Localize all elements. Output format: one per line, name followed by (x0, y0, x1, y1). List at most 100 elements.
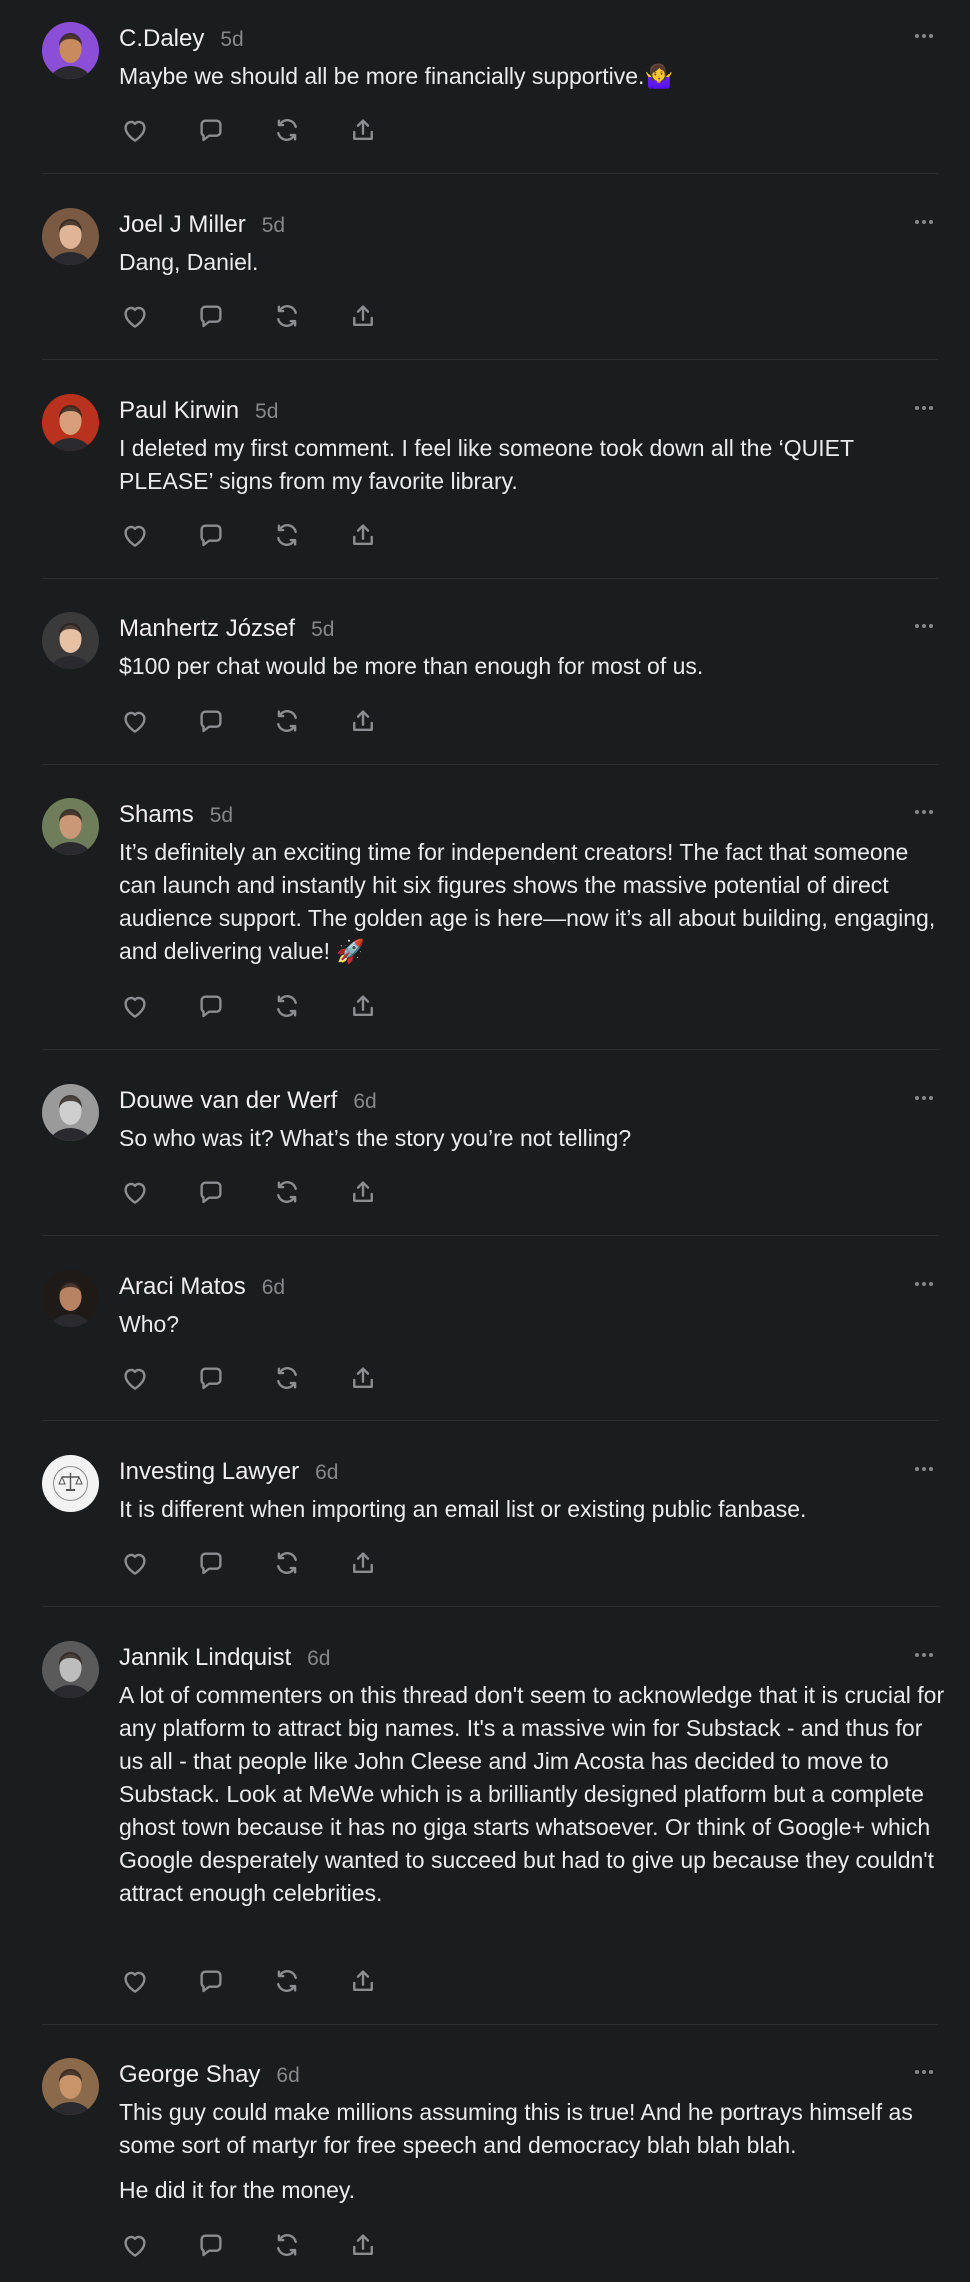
avatar-man-bw-icon[interactable] (42, 1641, 99, 1698)
comment-header: Shams 5d (119, 801, 233, 829)
restack-icon[interactable] (271, 1547, 303, 1579)
avatar-man-bw-icon[interactable] (42, 1084, 99, 1141)
more-options-icon[interactable] (910, 612, 938, 640)
comment-timestamp[interactable]: 6d (262, 1276, 285, 1300)
more-options-icon[interactable] (910, 798, 938, 826)
like-icon[interactable] (119, 114, 151, 146)
like-icon[interactable] (119, 1965, 151, 1997)
reply-icon[interactable] (195, 1362, 227, 1394)
commenter-name[interactable]: Manhertz József (119, 615, 295, 643)
commenter-name[interactable]: Paul Kirwin (119, 397, 239, 425)
commenter-name[interactable]: Investing Lawyer (119, 1458, 299, 1486)
avatar-man-icon[interactable] (42, 612, 99, 669)
comment-header: Araci Matos 6d (119, 1273, 285, 1301)
comment-actions (119, 705, 423, 737)
commenter-name[interactable]: Jannik Lindquist (119, 1644, 291, 1672)
comment-timestamp[interactable]: 6d (307, 1647, 330, 1671)
comment-paragraph: Dang, Daniel. (119, 249, 259, 275)
comment-paragraph: A lot of commenters on this thread don't… (119, 1682, 945, 1906)
more-options-icon[interactable] (910, 394, 938, 422)
comment-paragraph: It is different when importing an email … (119, 1496, 807, 1522)
more-options-icon[interactable] (910, 208, 938, 236)
like-icon[interactable] (119, 1362, 151, 1394)
reply-icon[interactable] (195, 1176, 227, 1208)
restack-icon[interactable] (271, 1176, 303, 1208)
share-icon[interactable] (347, 1547, 379, 1579)
restack-icon[interactable] (271, 1362, 303, 1394)
commenter-name[interactable]: Joel J Miller (119, 211, 246, 239)
restack-icon[interactable] (271, 519, 303, 551)
like-icon[interactable] (119, 2229, 151, 2261)
share-icon[interactable] (347, 1362, 379, 1394)
like-icon[interactable] (119, 300, 151, 332)
comment-body: A lot of commenters on this thread don't… (119, 1679, 949, 1922)
comment-divider (42, 173, 938, 174)
more-options-icon[interactable] (910, 1084, 938, 1112)
restack-icon[interactable] (271, 990, 303, 1022)
like-icon[interactable] (119, 1176, 151, 1208)
share-icon[interactable] (347, 114, 379, 146)
share-icon[interactable] (347, 519, 379, 551)
comment-paragraph: So who was it? What’s the story you’re n… (119, 1125, 632, 1151)
comment-paragraph: He did it for the money. (119, 2177, 356, 2203)
comment-timestamp[interactable]: 5d (262, 214, 285, 238)
avatar-woman-icon[interactable] (42, 22, 99, 79)
share-icon[interactable] (347, 2229, 379, 2261)
comment-divider (42, 1235, 938, 1236)
more-options-icon[interactable] (910, 1455, 938, 1483)
comment-timestamp[interactable]: 5d (210, 804, 233, 828)
more-options-icon[interactable] (910, 22, 938, 50)
more-options-icon[interactable] (910, 1641, 938, 1669)
comment-timestamp[interactable]: 6d (315, 1461, 338, 1485)
avatar-woman-dark-icon[interactable] (42, 1270, 99, 1327)
reply-icon[interactable] (195, 1547, 227, 1579)
reply-icon[interactable] (195, 519, 227, 551)
more-options-icon[interactable] (910, 1270, 938, 1298)
comment-body: $100 per chat would be more than enough … (119, 650, 949, 695)
comment-timestamp[interactable]: 6d (353, 1090, 376, 1114)
comment-timestamp[interactable]: 6d (276, 2064, 299, 2088)
restack-icon[interactable] (271, 1965, 303, 1997)
share-icon[interactable] (347, 1176, 379, 1208)
comment-header: Manhertz József 5d (119, 615, 334, 643)
more-options-icon[interactable] (910, 2058, 938, 2086)
commenter-name[interactable]: Araci Matos (119, 1273, 246, 1301)
comment-body: I deleted my first comment. I feel like … (119, 432, 949, 510)
restack-icon[interactable] (271, 705, 303, 737)
commenter-name[interactable]: Shams (119, 801, 194, 829)
like-icon[interactable] (119, 1547, 151, 1579)
reply-icon[interactable] (195, 2229, 227, 2261)
reply-icon[interactable] (195, 114, 227, 146)
avatar-man-outdoor-icon[interactable] (42, 798, 99, 855)
comment-header: George Shay 6d (119, 2061, 300, 2089)
like-icon[interactable] (119, 519, 151, 551)
reply-icon[interactable] (195, 705, 227, 737)
restack-icon[interactable] (271, 300, 303, 332)
restack-icon[interactable] (271, 114, 303, 146)
comment-actions (119, 2229, 423, 2261)
avatar-scales-logo-icon[interactable] (42, 1455, 99, 1512)
comment-timestamp[interactable]: 5d (311, 618, 334, 642)
commenter-name[interactable]: Douwe van der Werf (119, 1087, 337, 1115)
avatar-man-glasses-icon[interactable] (42, 208, 99, 265)
comment-divider (42, 1420, 938, 1421)
reply-icon[interactable] (195, 300, 227, 332)
reply-icon[interactable] (195, 1965, 227, 1997)
like-icon[interactable] (119, 990, 151, 1022)
share-icon[interactable] (347, 1965, 379, 1997)
reply-icon[interactable] (195, 990, 227, 1022)
comment-timestamp[interactable]: 5d (255, 400, 278, 424)
comment-actions (119, 1965, 423, 1997)
comment-body: So who was it? What’s the story you’re n… (119, 1122, 949, 1167)
avatar-man-painting-icon[interactable] (42, 2058, 99, 2115)
commenter-name[interactable]: C.Daley (119, 25, 204, 53)
commenter-name[interactable]: George Shay (119, 2061, 260, 2089)
share-icon[interactable] (347, 705, 379, 737)
restack-icon[interactable] (271, 2229, 303, 2261)
comment-timestamp[interactable]: 5d (220, 28, 243, 52)
avatar-abstract-icon[interactable] (42, 394, 99, 451)
share-icon[interactable] (347, 300, 379, 332)
comment-paragraph: $100 per chat would be more than enough … (119, 653, 704, 679)
like-icon[interactable] (119, 705, 151, 737)
share-icon[interactable] (347, 990, 379, 1022)
